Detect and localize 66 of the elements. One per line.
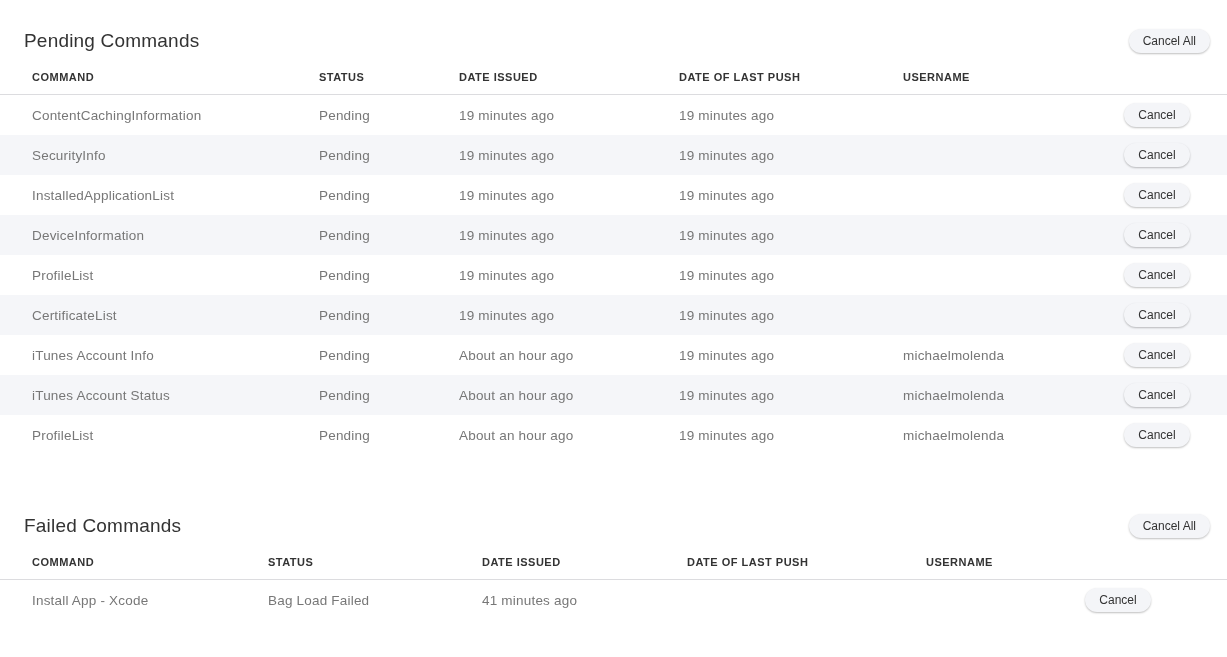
table-cell-text: Install App - Xcode <box>32 592 150 608</box>
table-cell-text: 19 minutes ago <box>459 267 556 283</box>
table-cell-text: Pending <box>319 107 371 123</box>
table-cell-text: michaelmolenda <box>903 427 1006 443</box>
table-cell-text: ProfileList <box>32 267 95 283</box>
table-cell-text: 19 minutes ago <box>679 147 776 163</box>
section-title: Failed Commands <box>24 515 182 537</box>
table-cell-text: Pending <box>319 347 371 363</box>
table-cell-text: 19 minutes ago <box>679 347 776 363</box>
table-cell-text: 19 minutes ago <box>679 227 776 243</box>
cancel-all-button[interactable]: Cancel All <box>1128 29 1210 53</box>
table-cell-text: About an hour ago <box>459 387 575 403</box>
table-cell-text: Pending <box>319 307 371 323</box>
table-cell-text: Pending <box>319 227 371 243</box>
cancel-button[interactable]: Cancel <box>1124 183 1190 207</box>
table-cell-text: 19 minutes ago <box>679 387 776 403</box>
table-cell-text: SecurityInfo <box>32 147 107 163</box>
cancel-button[interactable]: Cancel <box>1124 143 1190 167</box>
cancel-button[interactable]: Cancel <box>1124 423 1190 447</box>
table-cell-text: Pending <box>319 427 371 443</box>
table-cell-text: 19 minutes ago <box>679 187 776 203</box>
table-cell-text: iTunes Account Status <box>32 387 172 403</box>
table-cell-text: 19 minutes ago <box>459 187 556 203</box>
cancel-button[interactable]: Cancel <box>1124 383 1190 407</box>
table-cell-text: 19 minutes ago <box>679 107 776 123</box>
table-cell-text: 19 minutes ago <box>459 307 556 323</box>
column-header: STATUS <box>319 71 366 83</box>
column-header: DATE OF LAST PUSH <box>679 71 802 83</box>
table-cell-text: Pending <box>319 147 371 163</box>
cancel-all-button[interactable]: Cancel All <box>1128 514 1210 538</box>
column-header: DATE ISSUED <box>482 556 562 568</box>
table-cell-text: michaelmolenda <box>903 387 1006 403</box>
cancel-button[interactable]: Cancel <box>1124 303 1190 327</box>
table-cell-text: Pending <box>319 387 371 403</box>
column-header: DATE ISSUED <box>459 71 539 83</box>
table-cell-text: 19 minutes ago <box>679 267 776 283</box>
cancel-button[interactable]: Cancel <box>1085 588 1151 612</box>
table-cell-text: iTunes Account Info <box>32 347 155 363</box>
table-cell-text: ProfileList <box>32 427 95 443</box>
column-header: COMMAND <box>32 71 96 83</box>
table-cell-text: About an hour ago <box>459 347 575 363</box>
table-cell-text: CertificateList <box>32 307 118 323</box>
table-cell-text: Pending <box>319 187 371 203</box>
table-cell-text: About an hour ago <box>459 427 575 443</box>
section-title: Pending Commands <box>24 30 200 52</box>
column-header: COMMAND <box>32 556 96 568</box>
column-header: USERNAME <box>903 71 971 83</box>
table-cell-text: michaelmolenda <box>903 347 1006 363</box>
cancel-button[interactable]: Cancel <box>1124 263 1190 287</box>
table-cell-text: InstalledApplicationList <box>32 187 176 203</box>
table-cell-text: 41 minutes ago <box>482 592 579 608</box>
column-header: USERNAME <box>926 556 994 568</box>
column-header: STATUS <box>268 556 315 568</box>
cancel-button[interactable]: Cancel <box>1124 103 1190 127</box>
table-cell-text: 19 minutes ago <box>679 307 776 323</box>
cancel-button[interactable]: Cancel <box>1124 343 1190 367</box>
table-cell-text: Bag Load Failed <box>268 592 371 608</box>
table-cell-text: Pending <box>319 267 371 283</box>
table-cell-text: 19 minutes ago <box>459 147 556 163</box>
cancel-button[interactable]: Cancel <box>1124 223 1190 247</box>
table-cell-text: 19 minutes ago <box>459 227 556 243</box>
table-cell-text: 19 minutes ago <box>679 427 776 443</box>
table-cell-text: ContentCachingInformation <box>32 107 203 123</box>
column-header: DATE OF LAST PUSH <box>687 556 810 568</box>
table-cell-text: DeviceInformation <box>32 227 146 243</box>
table-cell-text: 19 minutes ago <box>459 107 556 123</box>
